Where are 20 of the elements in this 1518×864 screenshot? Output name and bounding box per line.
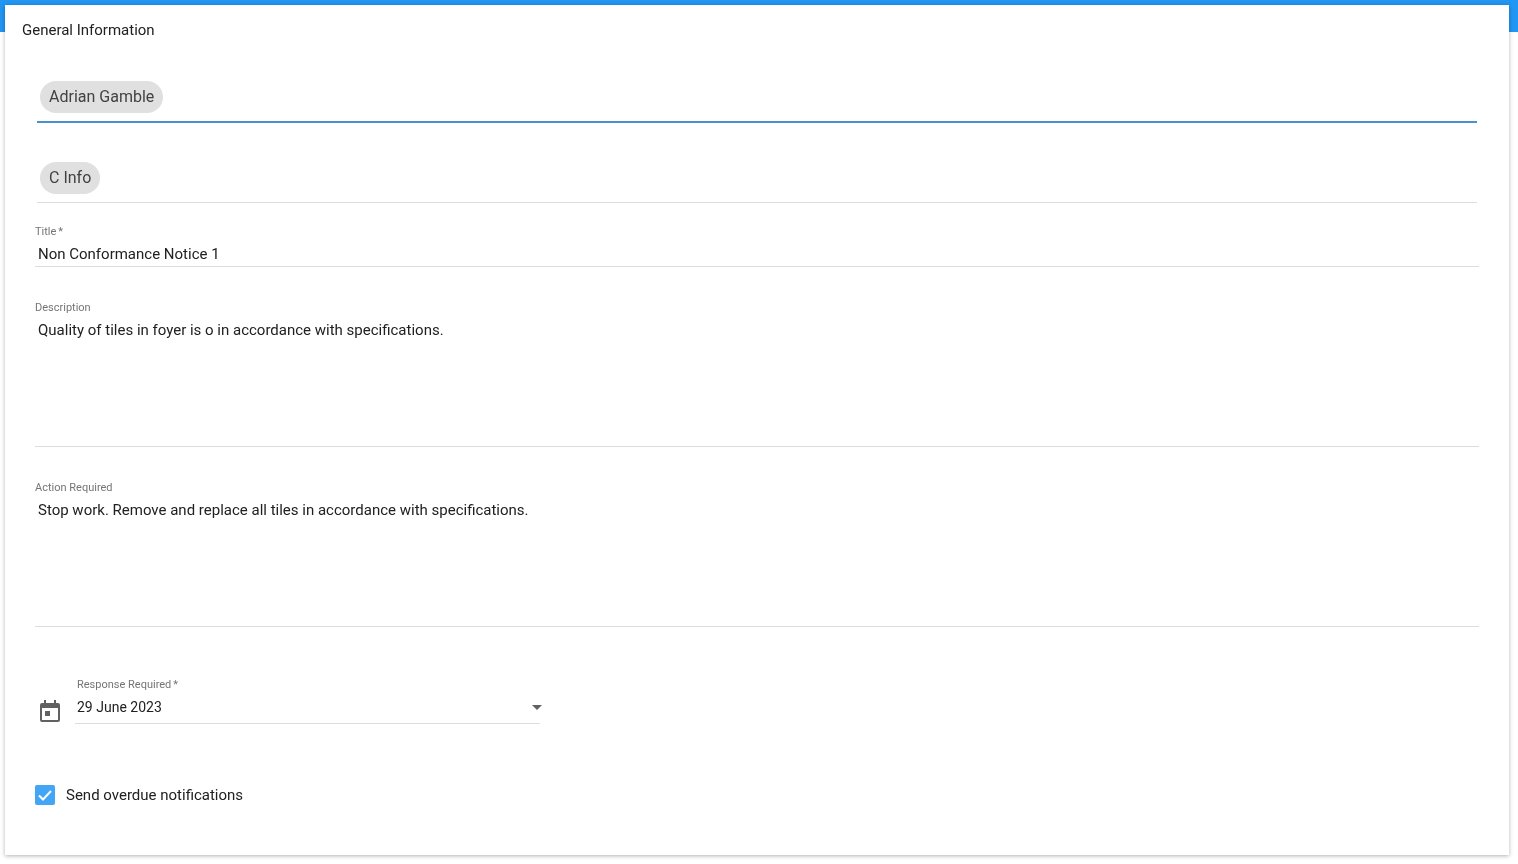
- calendar-icon[interactable]: [40, 700, 60, 722]
- text-field[interactable]: Non Conformance Notice 1: [35, 239, 1479, 267]
- checkbox-label: Send overdue notifications: [66, 785, 244, 806]
- text-field[interactable]: Quality of tiles in foyer is o in accordance with specifications.: [35, 315, 1479, 447]
- required-asterisk: *: [58, 225, 64, 239]
- chip[interactable]: Adrian Gamble: [40, 81, 164, 113]
- chip-input-field[interactable]: Adrian Gamble: [37, 81, 1477, 123]
- field-label: Description: [35, 301, 91, 315]
- field-label: Title: [35, 225, 57, 239]
- chip[interactable]: C Info: [40, 162, 101, 194]
- date-select[interactable]: 29 June 2023: [75, 692, 540, 724]
- field-label: Response Required: [77, 678, 172, 692]
- check-icon: [38, 789, 52, 801]
- checkbox[interactable]: [35, 785, 55, 806]
- required-asterisk: *: [173, 678, 179, 692]
- chip-input-field[interactable]: C Info: [37, 162, 1477, 203]
- text-field[interactable]: Stop work. Remove and replace all tiles in accordance with specifications.: [35, 495, 1479, 627]
- field-label: Action Required: [35, 481, 113, 495]
- dropdown-caret-icon: [532, 705, 542, 710]
- section-title: General Information: [22, 21, 156, 39]
